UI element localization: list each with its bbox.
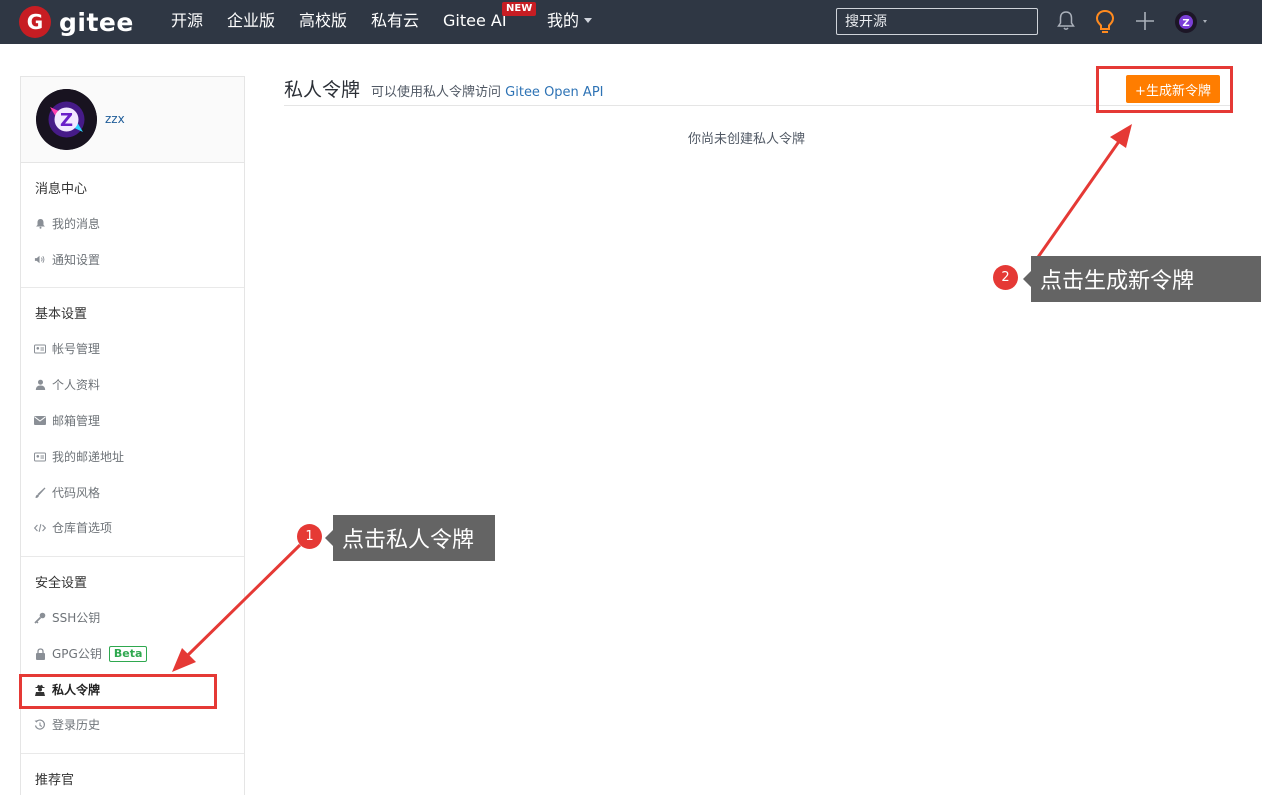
annotation-arrows: [172, 124, 1132, 672]
step2-tooltip: 点击生成新令牌: [1023, 256, 1261, 302]
step1-number-badge: 1: [297, 524, 322, 549]
step1-tooltip: 点击私人令牌: [325, 515, 495, 561]
arrow-step1: [186, 543, 302, 657]
step2-number-badge: 2: [993, 265, 1018, 290]
arrow-step2: [1034, 139, 1122, 261]
arrow-step2-head: [1110, 124, 1132, 148]
